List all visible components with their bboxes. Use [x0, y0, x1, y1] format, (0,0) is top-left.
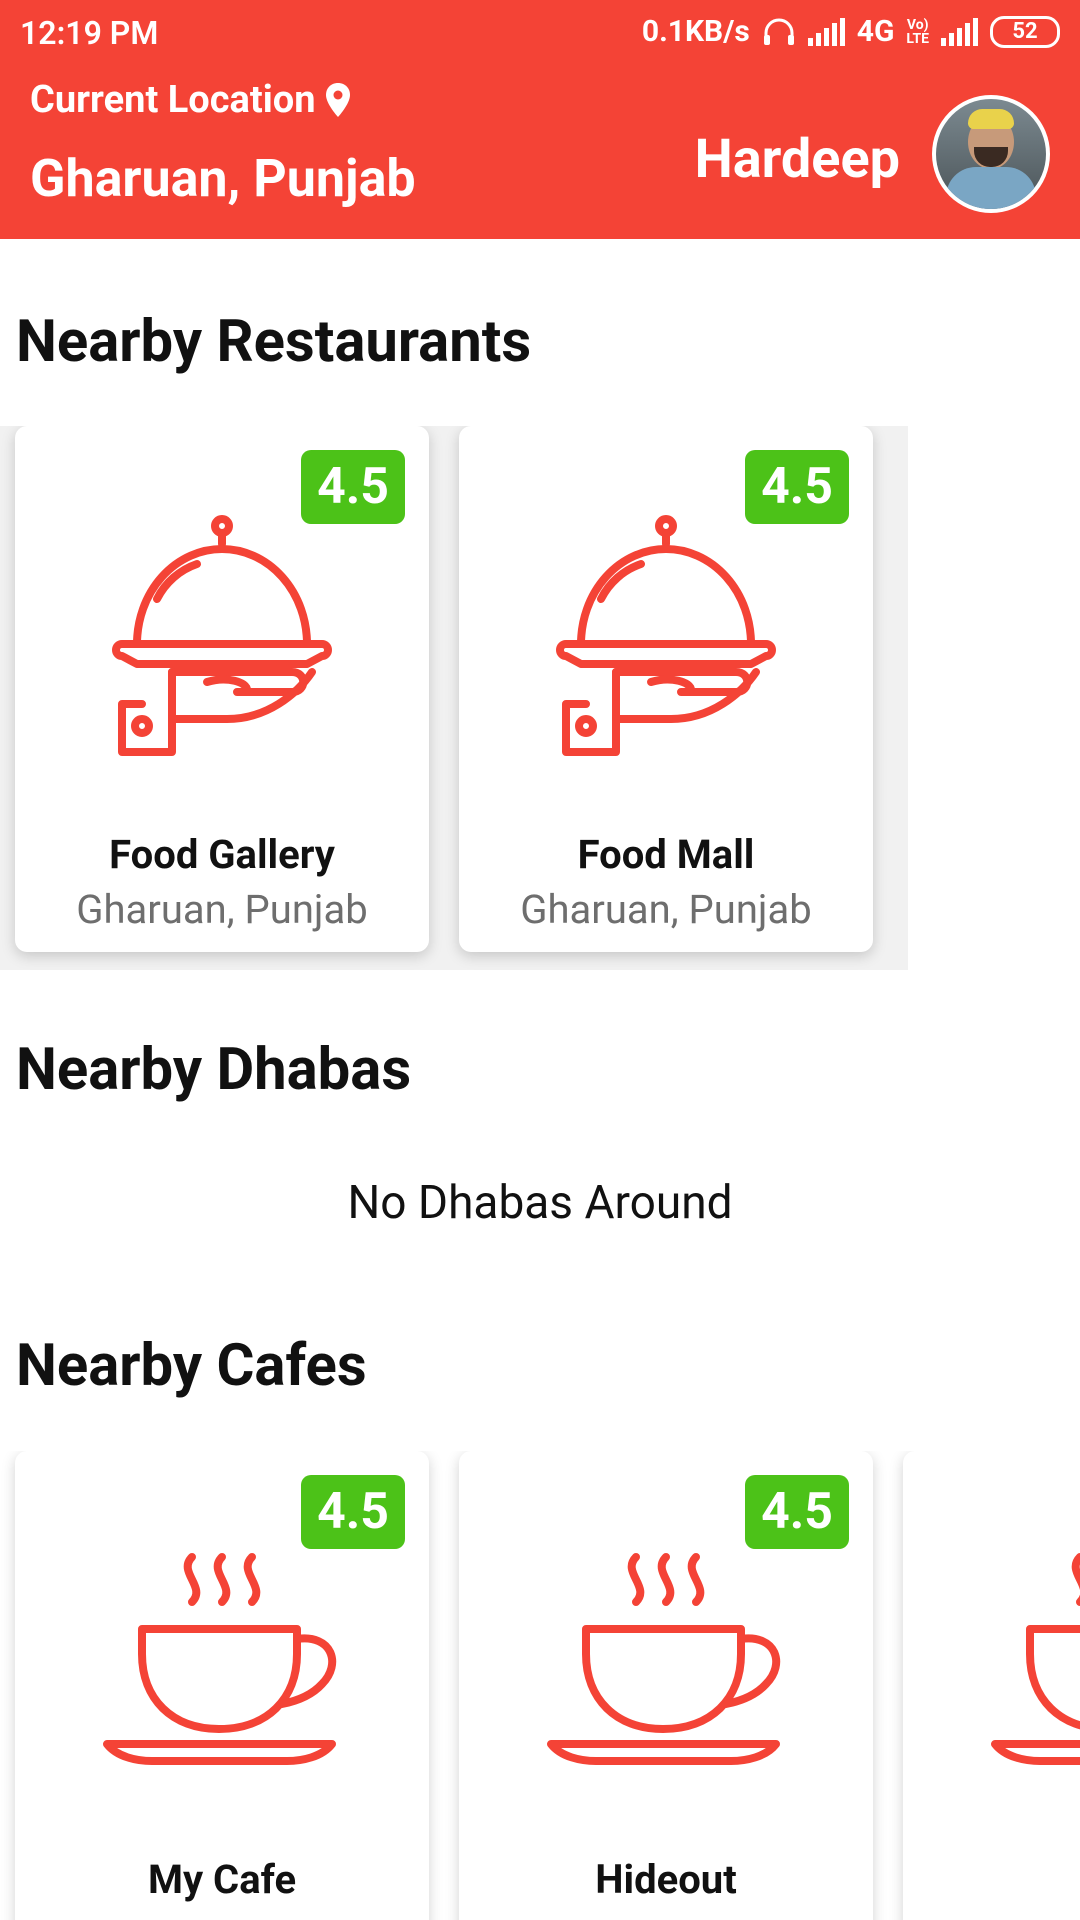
restaurant-card[interactable]: 4.5 Food Mall Gharuan, Punjab — [459, 426, 873, 952]
app-header: 12:19 PM 0.1KB/s 4G Vo) LTE 52 Current Lo… — [0, 0, 1080, 239]
restaurant-address: Gharuan, Punjab — [76, 886, 368, 933]
signal-icon-2 — [941, 17, 978, 46]
rating-badge: 4.5 — [301, 450, 405, 524]
rating-badge: 4.5 — [745, 450, 849, 524]
cafe-card[interactable]: 4.5 My Cafe — [15, 1451, 429, 1920]
cafe-card[interactable]: 4.5 Hideout — [459, 1451, 873, 1920]
location-label-text: Current Location — [30, 78, 316, 122]
cafe-card[interactable]: Ca — [903, 1451, 1080, 1920]
cloche-hand-icon — [112, 515, 332, 756]
avatar-image — [936, 99, 1046, 209]
restaurant-address: Gharuan, Punjab — [520, 886, 812, 933]
map-pin-icon — [325, 83, 350, 117]
status-bar: 12:19 PM 0.1KB/s 4G Vo) LTE 52 — [0, 0, 1080, 70]
restaurant-name: Food Mall — [577, 831, 755, 878]
battery-level: 52 — [1012, 19, 1038, 44]
volte-icon: Vo) LTE — [906, 16, 929, 47]
status-time: 12:19 PM — [20, 14, 159, 52]
coffee-cup-icon — [103, 1553, 337, 1765]
user-name[interactable]: Hardeep — [695, 128, 900, 191]
signal-icon — [807, 17, 845, 46]
coffee-cup-icon — [991, 1553, 1080, 1765]
battery-icon: 52 — [990, 15, 1060, 48]
avatar[interactable] — [932, 95, 1050, 213]
cafes-list[interactable]: 4.5 My Cafe 4.5 Hideout — [0, 1451, 1080, 1920]
dhabas-section-title: Nearby Dhabas — [16, 1036, 412, 1104]
cafes-section-title: Nearby Cafes — [16, 1332, 367, 1400]
restaurants-list[interactable]: 4.5 Food Gallery Gharuan, Punjab 4.5 Foo… — [0, 426, 1080, 986]
status-icons: 0.1KB/s 4G Vo) LTE 52 — [642, 14, 1060, 49]
restaurant-name: Food Gallery — [109, 831, 335, 878]
restaurants-section-title: Nearby Restaurants — [16, 308, 532, 376]
current-location-label[interactable]: Current Location — [30, 78, 350, 122]
dhabas-empty-message: No Dhabas Around — [347, 1176, 733, 1230]
rating-badge: 4.5 — [745, 1475, 849, 1549]
location-value[interactable]: Gharuan, Punjab — [30, 148, 416, 209]
rating-badge: 4.5 — [301, 1475, 405, 1549]
cafe-name: My Cafe — [147, 1856, 297, 1903]
network-type: 4G — [856, 14, 895, 49]
restaurant-card[interactable]: 4.5 Food Gallery Gharuan, Punjab — [15, 426, 429, 952]
cloche-hand-icon — [556, 515, 776, 756]
coffee-cup-icon — [547, 1553, 781, 1765]
headphones-icon — [763, 18, 794, 45]
cafe-name: Hideout — [595, 1856, 737, 1903]
net-speed: 0.1KB/s — [641, 14, 750, 49]
cafe-name: Ca — [903, 1856, 1080, 1903]
